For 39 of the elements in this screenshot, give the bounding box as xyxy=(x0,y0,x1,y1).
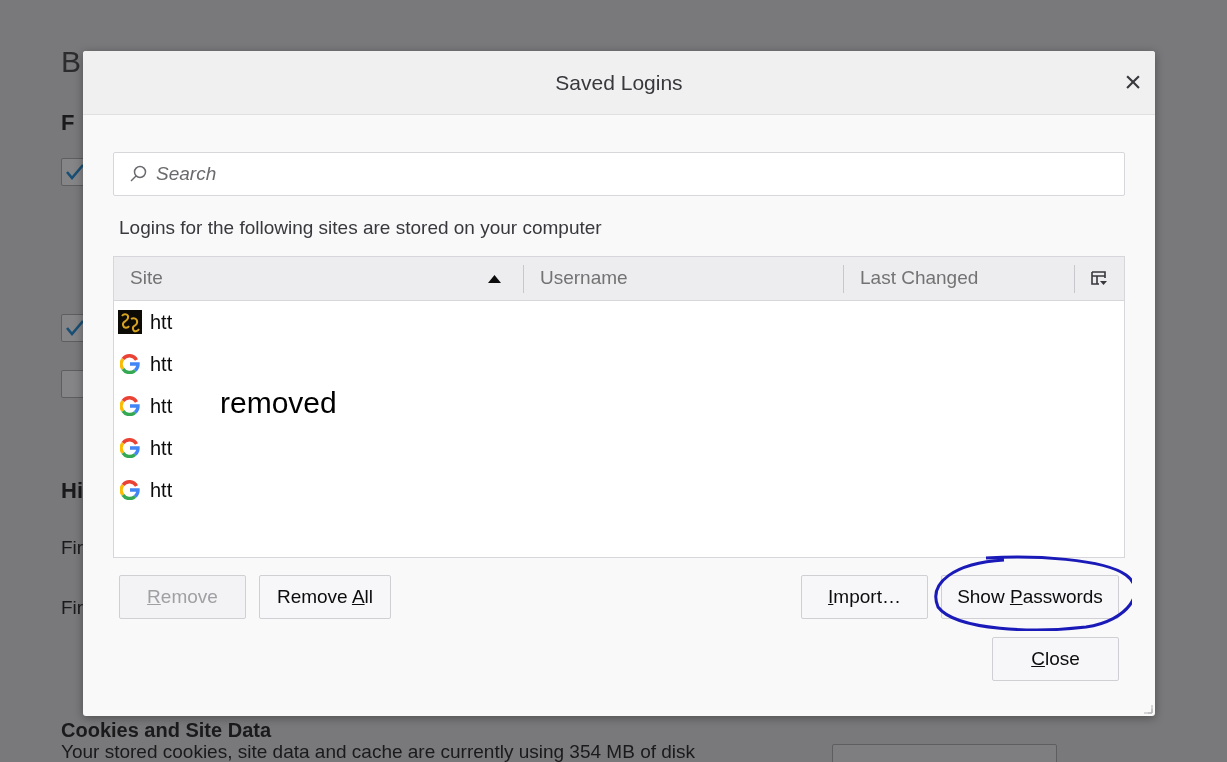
show-passwords-button[interactable]: Show Passwords xyxy=(941,575,1119,619)
resize-grip-icon xyxy=(1143,704,1153,714)
column-picker-icon[interactable] xyxy=(1091,271,1108,286)
login-row[interactable]: htt xyxy=(114,385,173,427)
sort-arrow-icon xyxy=(488,274,501,283)
letter-g-icon xyxy=(120,354,140,374)
search-field[interactable]: Search xyxy=(113,152,1125,196)
annotation-text: removed xyxy=(220,386,337,420)
site-url: htt xyxy=(150,310,173,335)
site-url: htt xyxy=(150,436,173,461)
remove-all-button[interactable]: Remove All xyxy=(259,575,391,619)
close-button[interactable]: Close xyxy=(992,637,1119,681)
dialog-title: Saved Logins xyxy=(555,69,683,96)
letter-g-icon xyxy=(120,396,140,416)
site-url: htt xyxy=(150,478,173,503)
chain-link-icon xyxy=(118,310,142,334)
column-header[interactable]: Site xyxy=(114,264,523,293)
letter-g-icon xyxy=(120,438,140,458)
site-url: htt xyxy=(150,352,173,377)
login-row[interactable]: htt xyxy=(114,343,173,385)
section-heading: F xyxy=(61,109,75,137)
site-url: htt xyxy=(150,394,173,419)
import-button[interactable]: Import… xyxy=(801,575,928,619)
letter-g-icon xyxy=(120,480,140,500)
login-row[interactable]: htt xyxy=(114,301,173,343)
setting-text: Your stored cookies, site data and cache are currently using 354 MB of disk xyxy=(61,741,696,762)
search-icon xyxy=(129,165,147,183)
column-header[interactable]: Last Changed xyxy=(843,264,1074,293)
section-heading: Cookies and Site Data xyxy=(61,719,272,741)
setting-text: Fir xyxy=(61,536,84,560)
checkmark-icon xyxy=(66,164,84,180)
setting-text: Fir xyxy=(61,596,84,620)
checkmark-icon xyxy=(66,320,84,336)
intro-text: Logins for the following sites are stored on your computer xyxy=(119,216,603,240)
login-row[interactable]: htt xyxy=(114,469,173,511)
column-header[interactable]: Username xyxy=(523,264,843,293)
section-heading: Hi xyxy=(61,477,83,505)
login-row[interactable]: htt xyxy=(114,427,173,469)
page-title: B xyxy=(61,44,81,80)
